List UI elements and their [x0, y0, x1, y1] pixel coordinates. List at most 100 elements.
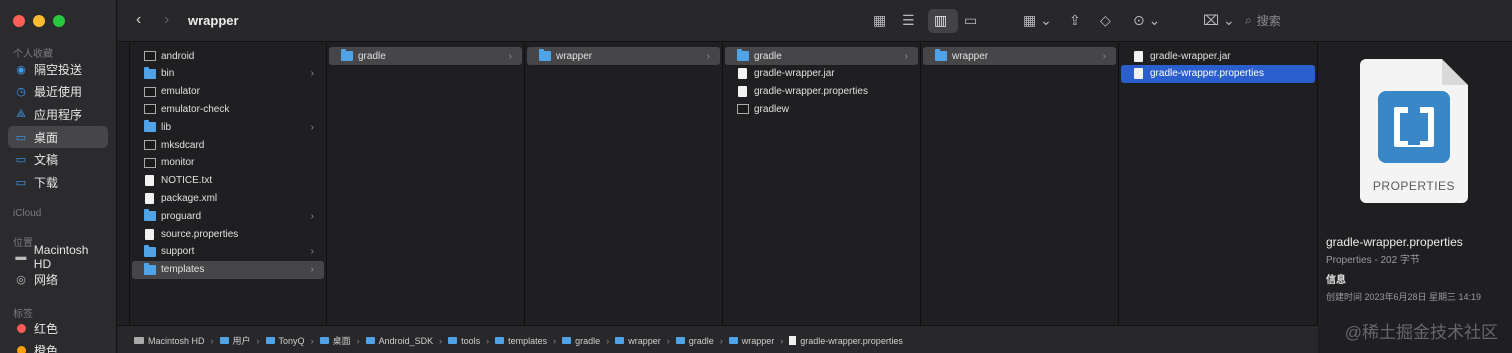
folder-icon: [728, 337, 738, 344]
folder-row[interactable]: wrapper ›: [527, 47, 720, 65]
document-icon: [738, 68, 747, 80]
breadcrumb-item[interactable]: gradle: [675, 335, 714, 346]
file-row[interactable]: mksdcard: [132, 136, 324, 154]
row-label: gradle-wrapper.jar: [754, 68, 835, 80]
browser-column-2: gradle ›: [327, 43, 525, 325]
action-menu-icon[interactable]: ⌧ ⌄: [1203, 12, 1235, 28]
share-icon[interactable]: ⇪: [1069, 12, 1081, 28]
sidebar-item-network[interactable]: ◎ 网络: [8, 268, 108, 290]
folder-row[interactable]: wrapper ›: [923, 47, 1116, 65]
folder-row[interactable]: lib ›: [132, 118, 324, 136]
breadcrumb-item[interactable]: gradle: [562, 336, 600, 346]
folder-icon: [144, 244, 156, 257]
file-row[interactable]: gradle-wrapper.jar: [725, 65, 918, 83]
row-label: support: [161, 246, 195, 258]
folder-icon: [319, 337, 329, 344]
sidebar-item-tag-orange[interactable]: 橙色: [8, 339, 108, 353]
chevron-right-icon: ›: [256, 335, 260, 346]
file-row[interactable]: emulator: [132, 83, 324, 101]
sidebar-item-applications[interactable]: ⟁ 应用程序: [8, 103, 108, 125]
minimize-button[interactable]: [33, 15, 45, 27]
folder-row[interactable]: bin ›: [132, 65, 324, 83]
folder-icon: [365, 337, 375, 344]
sidebar-item-downloads[interactable]: ▭ 下载: [8, 171, 108, 193]
desktop-icon: ▭: [15, 131, 27, 144]
zoom-button[interactable]: [53, 15, 65, 27]
folder-row[interactable]: gradle ›: [725, 47, 918, 65]
forward-button[interactable]: ›: [164, 11, 169, 29]
breadcrumb-label: 桌面: [332, 336, 351, 346]
chevron-right-icon: ›: [210, 335, 214, 346]
back-button[interactable]: ‹: [136, 11, 141, 29]
folder-row[interactable]: support ›: [132, 243, 324, 261]
sidebar-item-documents[interactable]: ▭ 文稿: [8, 148, 108, 170]
breadcrumb-item[interactable]: TonyQ: [265, 336, 305, 346]
breadcrumb-item[interactable]: tools: [448, 336, 480, 346]
list-view-icon[interactable]: ☰: [902, 12, 915, 28]
file-row[interactable]: package.xml: [132, 189, 324, 207]
sidebar-item-recents[interactable]: ◷ 最近使用: [8, 80, 108, 102]
breadcrumb-item[interactable]: 桌面: [319, 334, 351, 347]
row-label: templates: [161, 264, 205, 276]
tag-icon[interactable]: ◇: [1100, 12, 1111, 28]
file-row[interactable]: emulator-check: [132, 100, 324, 118]
breadcrumb-item[interactable]: wrapper: [615, 336, 661, 346]
disk-icon: ▬: [15, 251, 27, 263]
file-row[interactable]: gradle-wrapper.properties: [725, 83, 918, 101]
folder-icon: [737, 49, 749, 61]
sidebar-item-label: 文稿: [34, 152, 59, 167]
more-actions-icon[interactable]: ⊙ ⌄: [1133, 12, 1160, 28]
sidebar-item-label: 应用程序: [34, 107, 83, 122]
folder-icon: [562, 337, 572, 344]
file-row[interactable]: source.properties: [132, 225, 324, 243]
breadcrumb-item[interactable]: 用户: [219, 334, 251, 347]
sidebar-item-airdrop[interactable]: ◉ 隔空投送: [8, 58, 108, 80]
breadcrumb-item[interactable]: Macintosh HD: [134, 336, 205, 346]
folder-icon: [495, 337, 505, 344]
airdrop-icon: ◉: [16, 63, 26, 76]
row-label: NOTICE.txt: [161, 175, 213, 187]
breadcrumb-label: gradle: [575, 335, 601, 346]
folder-icon: [615, 337, 625, 344]
file-row[interactable]: android: [132, 47, 324, 65]
sidebar-item-desktop[interactable]: ▭ 桌面: [8, 126, 108, 148]
folder-icon: [448, 337, 458, 344]
folder-row[interactable]: proguard ›: [132, 207, 324, 225]
breadcrumb-item[interactable]: gradle-wrapper.properties: [789, 336, 903, 346]
breadcrumb-label: wrapper: [741, 335, 775, 346]
folder-icon: [341, 49, 353, 61]
breadcrumb-label: gradle: [688, 335, 714, 346]
file-row[interactable]: gradle-wrapper.properties: [1121, 64, 1315, 83]
sidebar-item-macintosh-hd[interactable]: ▬ Macintosh HD: [8, 243, 108, 271]
row-label: gradle: [754, 50, 782, 62]
folder-icon: [539, 49, 551, 61]
document-icon: [145, 192, 154, 204]
browser-column-3: wrapper ›: [525, 43, 723, 325]
icon-view-icon[interactable]: ▦: [873, 12, 886, 28]
chevron-right-icon: ›: [706, 50, 710, 62]
row-label: gradle-wrapper.properties: [754, 86, 868, 98]
document-icon: [1134, 50, 1143, 62]
file-row[interactable]: monitor: [132, 154, 324, 172]
file-row[interactable]: NOTICE.txt: [132, 172, 324, 190]
group-icon[interactable]: ▦ ⌄: [1023, 12, 1052, 28]
folder-row[interactable]: templates ›: [132, 260, 324, 279]
breadcrumb-item[interactable]: Android_SDK: [365, 336, 433, 346]
folder-icon: [144, 66, 156, 79]
breadcrumb-item[interactable]: templates: [495, 336, 547, 346]
search-field[interactable]: ⌕ 搜索: [1245, 12, 1281, 29]
breadcrumb-item[interactable]: wrapper: [728, 335, 775, 346]
sidebar-item-label: 下载: [34, 175, 59, 190]
close-button[interactable]: [13, 15, 25, 27]
row-label: bin: [161, 68, 175, 80]
row-label: proguard: [161, 210, 202, 222]
file-row[interactable]: gradle-wrapper.jar: [1121, 47, 1315, 65]
file-row[interactable]: gradlew: [725, 100, 918, 118]
gallery-view-icon[interactable]: ▭: [964, 12, 977, 28]
row-label: gradle-wrapper.jar: [1150, 50, 1231, 62]
page-fold: [1442, 59, 1468, 85]
folder-row[interactable]: gradle ›: [329, 47, 522, 65]
browser-column-1: android bin › emulator emulator-check lib › mks…: [129, 43, 327, 325]
sidebar-item-tag-red[interactable]: 红色: [8, 317, 108, 339]
chevron-right-icon: ›: [310, 335, 314, 346]
